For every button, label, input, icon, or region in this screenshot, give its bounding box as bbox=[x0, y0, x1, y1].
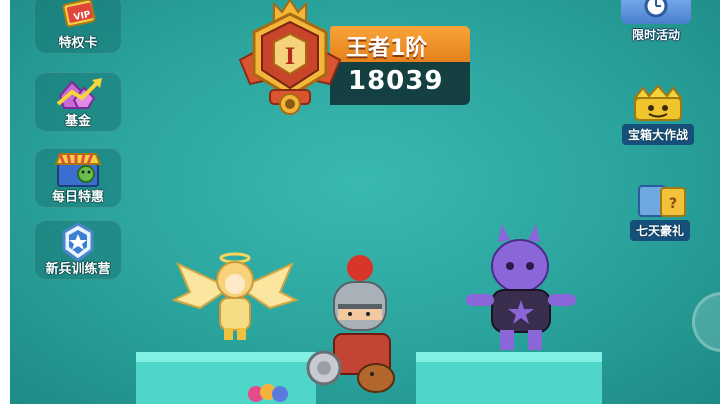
purple-demon-character[interactable] bbox=[458, 222, 586, 360]
svg-text:?: ? bbox=[669, 196, 677, 212]
rainbow-swirl-object bbox=[248, 384, 288, 402]
seven-day-gift-label: 七天豪礼 bbox=[629, 220, 690, 241]
treasure-battle-button[interactable]: 宝箱大作战 bbox=[608, 84, 708, 145]
vip-card-label: 特权卡 bbox=[58, 36, 98, 51]
angel-character[interactable] bbox=[170, 248, 300, 344]
seven-day-gift-icon: ? bbox=[625, 180, 695, 220]
knight-character[interactable] bbox=[302, 254, 414, 404]
rank-tier-letter: I bbox=[285, 44, 295, 70]
rank-score: 18039 bbox=[348, 66, 444, 96]
fund-label: 基金 bbox=[64, 114, 91, 129]
rank-emblem[interactable]: I bbox=[234, 0, 346, 124]
daily-deal-label: 每日特惠 bbox=[51, 190, 104, 205]
recruit-camp-button[interactable]: 新兵训练营 bbox=[34, 220, 122, 280]
treasure-chest-icon bbox=[623, 84, 693, 124]
seven-day-gift-button[interactable]: ? 七天豪礼 bbox=[610, 180, 710, 241]
fund-button[interactable]: 基金 bbox=[34, 72, 122, 132]
rank-title: 王者1阶 bbox=[346, 36, 428, 61]
action-circle-button[interactable] bbox=[692, 292, 720, 352]
recruit-camp-label: 新兵训练营 bbox=[45, 262, 111, 277]
daily-deal-button[interactable]: 每日特惠 bbox=[34, 148, 122, 208]
treasure-battle-label: 宝箱大作战 bbox=[621, 124, 694, 145]
vip-card-button[interactable]: VIP 特权卡 bbox=[34, 0, 122, 54]
limited-event-button[interactable]: 限时活动 bbox=[606, 0, 706, 45]
screen-edge bbox=[0, 0, 10, 404]
timer-clock-icon bbox=[621, 0, 691, 24]
limited-event-label: 限时活动 bbox=[631, 28, 680, 42]
